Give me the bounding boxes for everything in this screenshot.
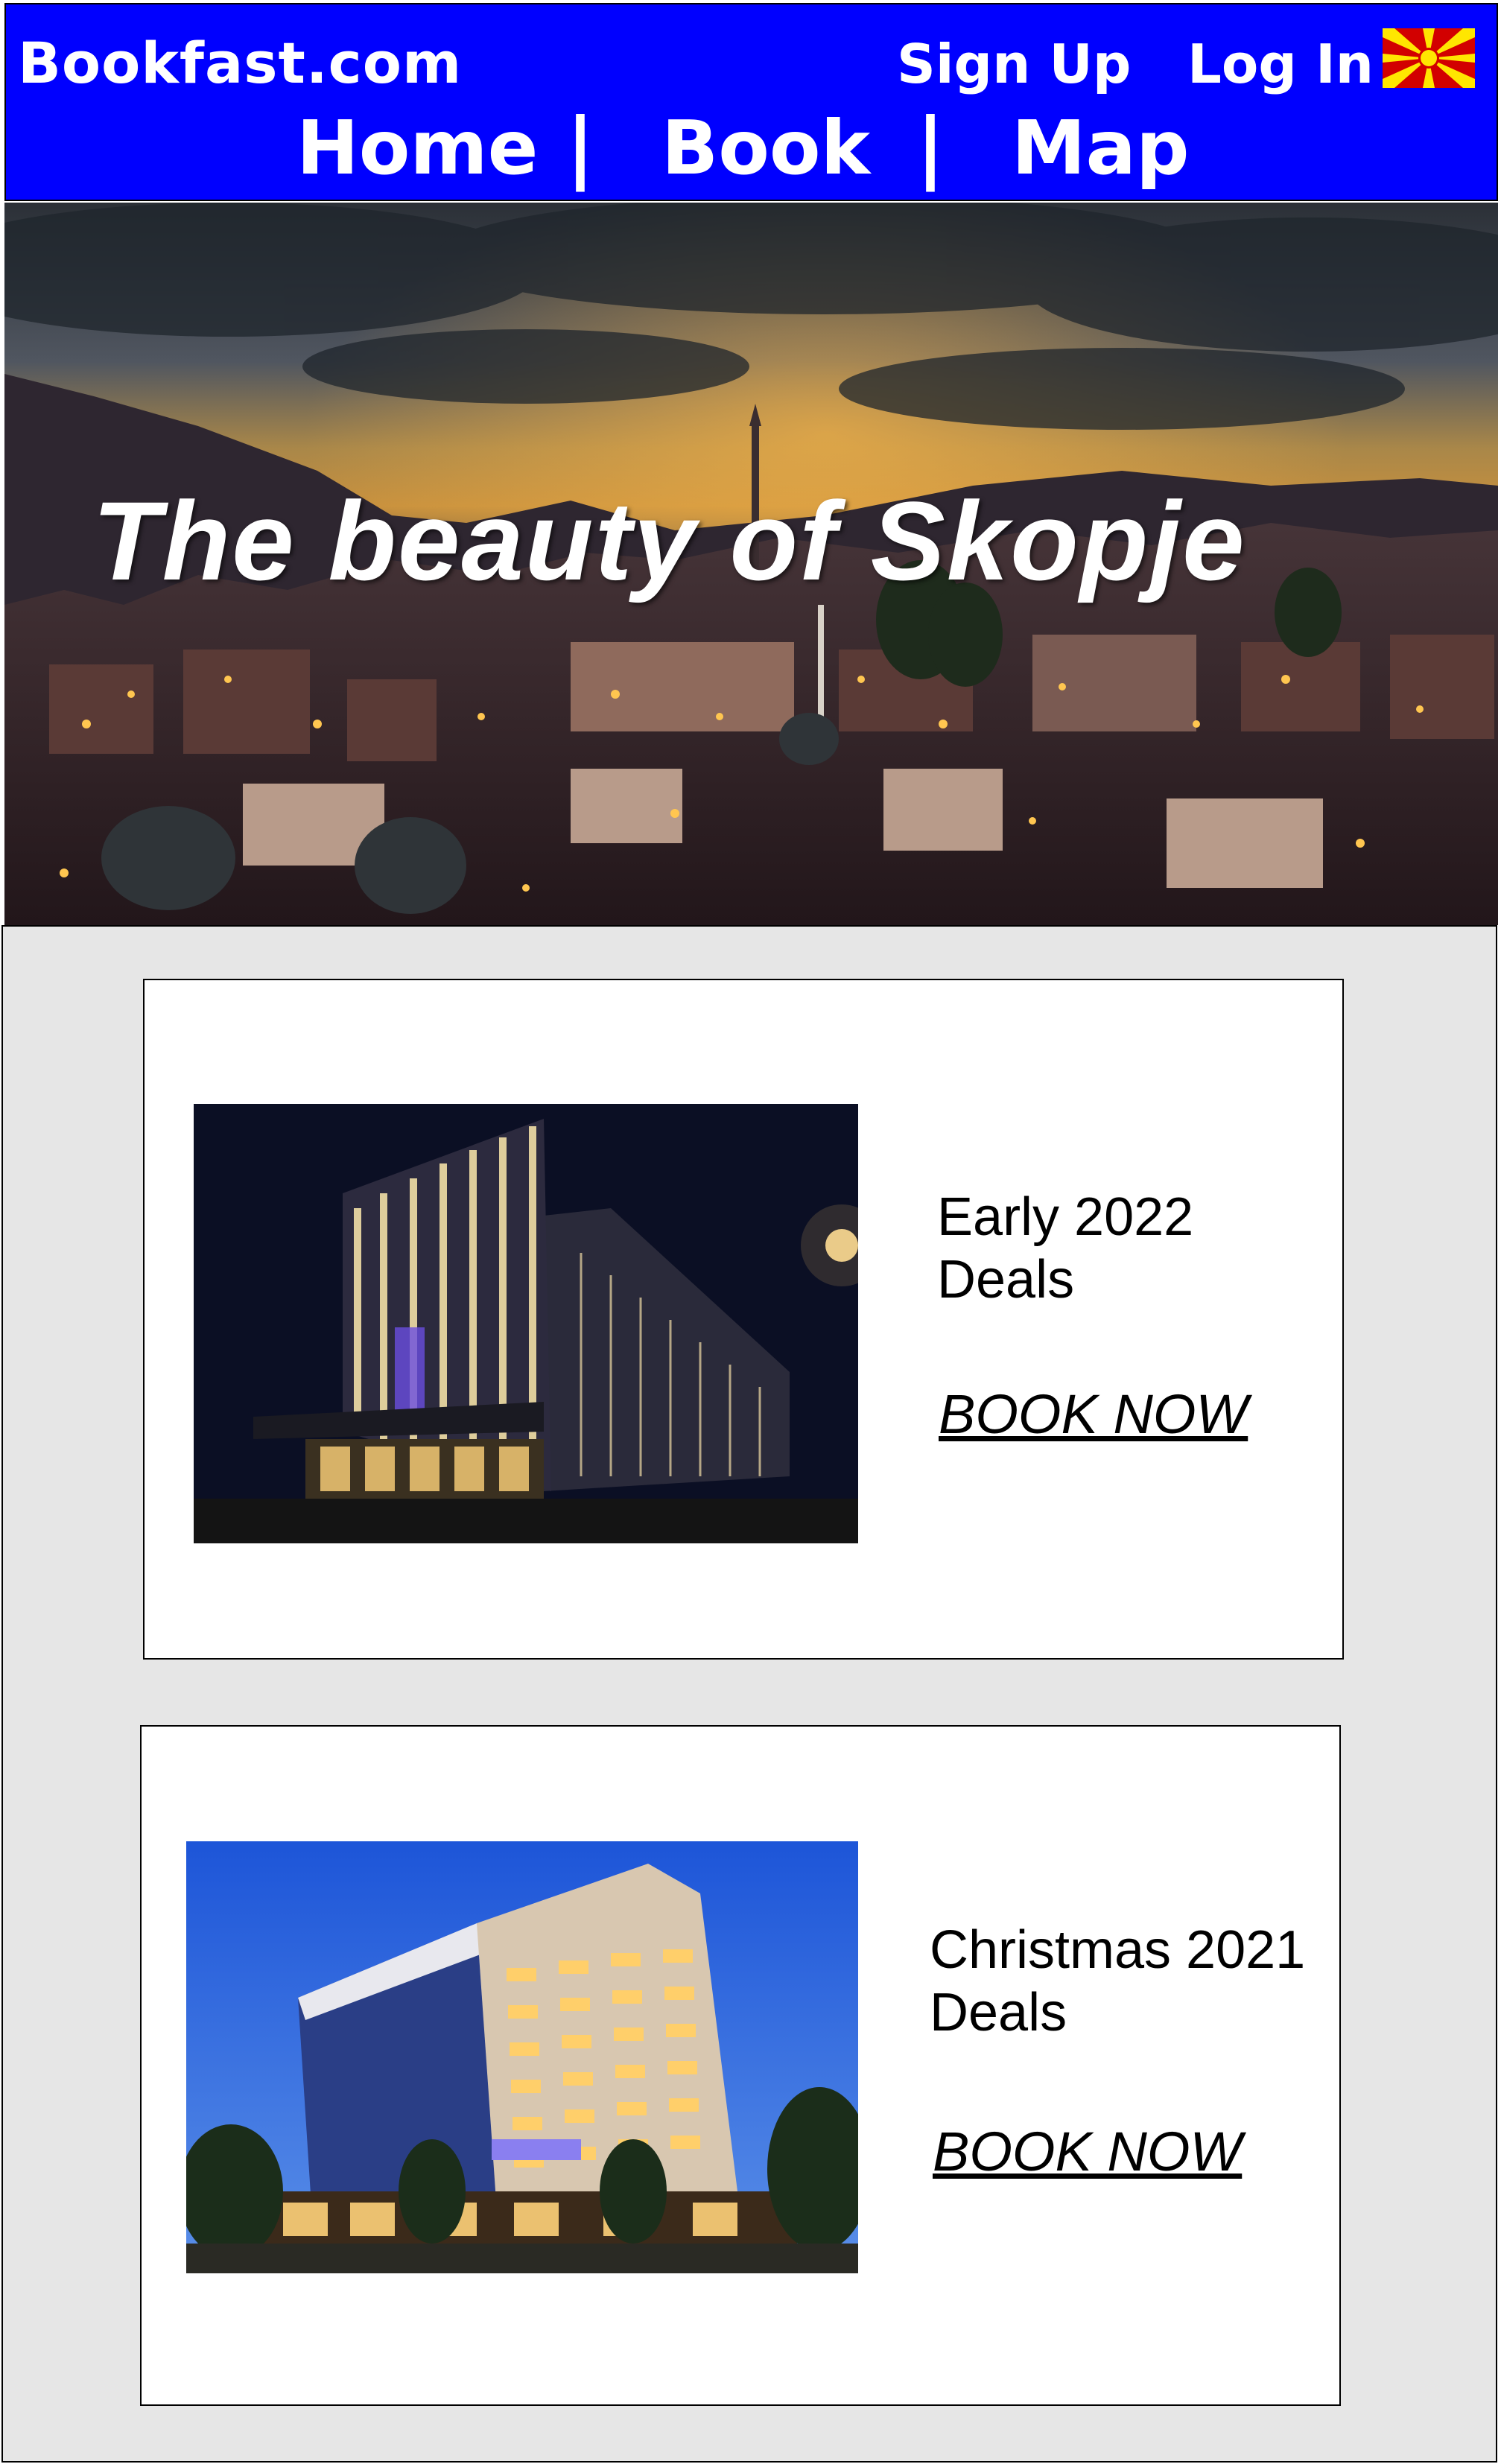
nav-separator: |	[566, 101, 594, 192]
book-now-link[interactable]: BOOK NOW	[939, 1382, 1248, 1446]
luxury-hotel-night-photo[interactable]	[194, 1104, 858, 1543]
deal-title: Christmas 2021 Deals	[930, 1920, 1306, 2042]
brand-logo[interactable]: Bookfast.com	[18, 30, 462, 96]
site-header: Bookfast.com Sign Up Log In Home | Book …	[4, 3, 1498, 201]
deal-title: Early 2022 Deals	[937, 1187, 1194, 1309]
modern-hotel-dusk-photo[interactable]	[186, 1841, 858, 2273]
deal-card: Early 2022 Deals BOOK NOW	[143, 979, 1344, 1660]
nav-map[interactable]: Map	[1012, 104, 1190, 191]
log-in-link[interactable]: Log In	[1187, 33, 1374, 95]
deal-card: Christmas 2021 Deals BOOK NOW	[140, 1725, 1341, 2406]
nav-book[interactable]: Book	[661, 104, 870, 191]
nav-separator: |	[916, 101, 945, 192]
sign-up-link[interactable]: Sign Up	[897, 33, 1131, 95]
north-macedonia-flag-icon[interactable]	[1383, 28, 1475, 88]
nav-home[interactable]: Home	[296, 104, 538, 191]
hero-banner: The beauty of Skopje	[4, 203, 1498, 925]
book-now-link[interactable]: BOOK NOW	[933, 2120, 1242, 2183]
deals-section: Early 2022 Deals BOOK NOW Christmas 2021…	[1, 925, 1497, 2463]
hero-title: The beauty of Skopje	[92, 478, 1246, 603]
